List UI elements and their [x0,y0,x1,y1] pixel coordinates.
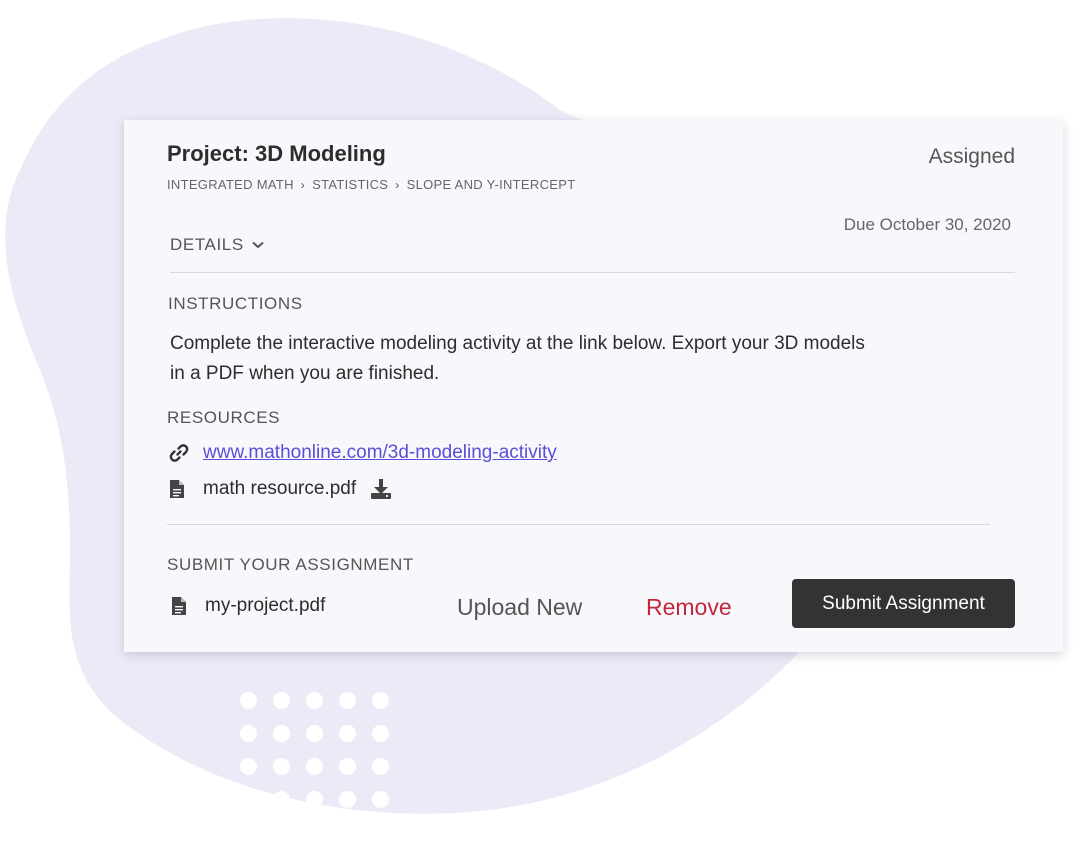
breadcrumb-item-unit[interactable]: STATISTICS [312,177,388,192]
status-badge: Assigned [928,145,1015,168]
due-date: Due October 30, 2020 [843,215,1011,234]
resource-link[interactable]: www.mathonline.com/3d-modeling-activity [203,442,557,464]
document-icon [169,479,185,499]
decorative-dot [372,758,389,775]
decorative-dot [306,725,323,742]
decorative-dot [240,791,257,808]
assignment-title: Project: 3D Modeling [167,141,386,166]
decorative-dot [372,791,389,808]
decorative-dot [240,725,257,742]
link-icon [169,443,189,463]
submission-file-name[interactable]: my-project.pdf [205,595,325,617]
resource-file-name[interactable]: math resource.pdf [203,478,356,500]
document-icon [171,596,187,616]
decorative-dot-grid [240,692,400,812]
chevron-down-icon [252,241,264,249]
breadcrumb-item-course[interactable]: INTEGRATED MATH [167,177,294,192]
decorative-dot [273,692,290,709]
decorative-dot [273,791,290,808]
submission-file: my-project.pdf [171,595,325,617]
resources-heading: RESOURCES [167,408,281,427]
decorative-dot [339,758,356,775]
decorative-dot [240,692,257,709]
decorative-dot [306,692,323,709]
submit-heading: SUBMIT YOUR ASSIGNMENT [167,555,414,574]
decorative-dot [339,791,356,808]
chevron-right-icon: › [395,177,400,192]
decorative-dot [339,725,356,742]
resource-link-row: www.mathonline.com/3d-modeling-activity [169,442,557,464]
instructions-heading: INSTRUCTIONS [168,294,303,313]
remove-button[interactable]: Remove [646,594,732,621]
upload-new-button[interactable]: Upload New [457,594,582,621]
decorative-dot [372,725,389,742]
decorative-dot [372,692,389,709]
divider [167,524,990,525]
page-background: Project: 3D Modeling Assigned INTEGRATED… [0,0,1078,842]
chevron-right-icon: › [300,177,306,192]
resource-file-row: math resource.pdf [169,478,392,500]
decorative-dot [240,758,257,775]
instructions-text: Complete the interactive modeling activi… [170,333,865,384]
assignment-card: Project: 3D Modeling Assigned INTEGRATED… [124,120,1063,652]
details-toggle[interactable]: DETAILS [170,235,264,255]
decorative-dot [306,758,323,775]
decorative-dot [306,791,323,808]
breadcrumb-item-topic[interactable]: SLOPE AND Y-INTERCEPT [407,177,576,192]
download-icon[interactable] [370,478,392,500]
divider [170,272,1015,273]
breadcrumb: INTEGRATED MATH › STATISTICS › SLOPE AND… [167,177,575,192]
submit-assignment-button[interactable]: Submit Assignment [792,579,1015,628]
decorative-dot [273,758,290,775]
decorative-dot [273,725,290,742]
decorative-dot [339,692,356,709]
details-label: DETAILS [170,235,244,254]
